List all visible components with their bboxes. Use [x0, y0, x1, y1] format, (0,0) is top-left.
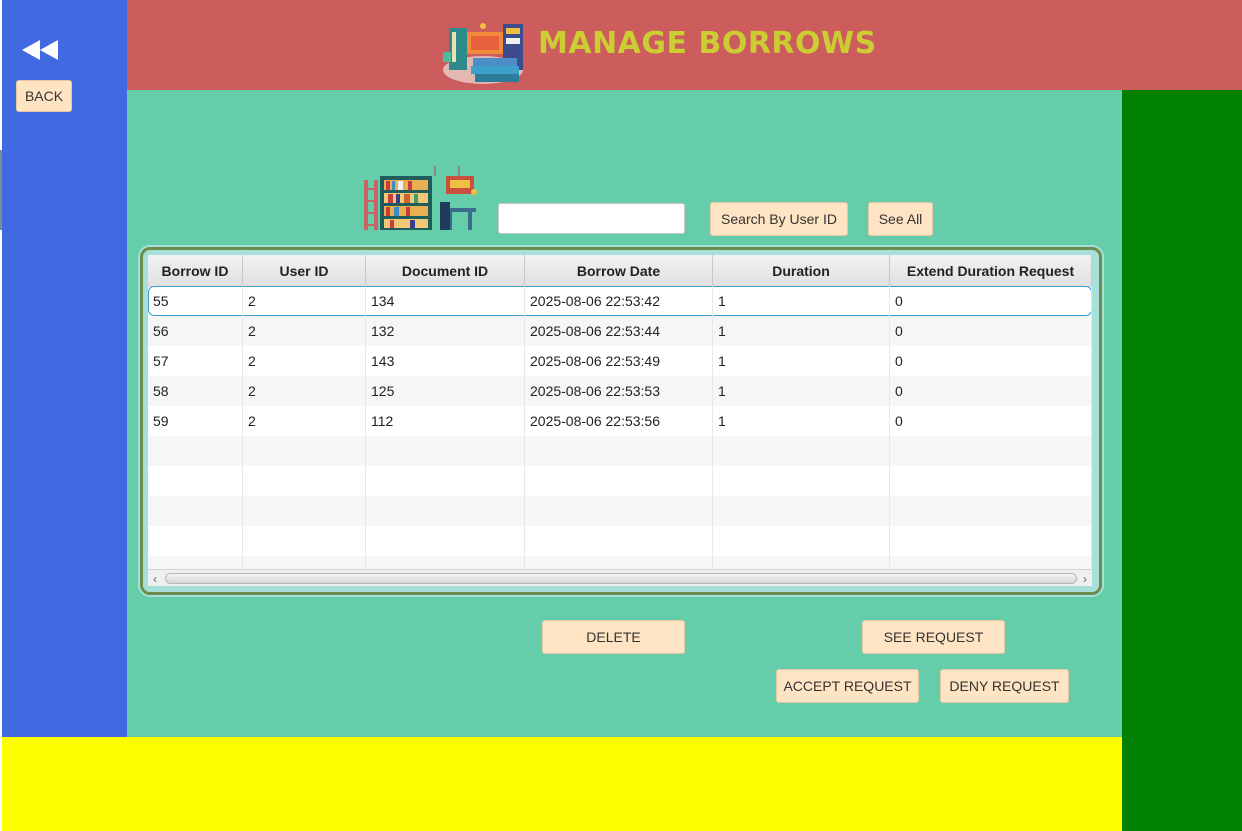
- table-row[interactable]: [148, 496, 1092, 526]
- table-cell: 0: [890, 406, 1092, 436]
- page-title: MANAGE BORROWS: [538, 26, 877, 61]
- table-cell: 112: [366, 406, 525, 436]
- table-cell: [148, 436, 243, 466]
- table-cell: 55: [148, 286, 243, 316]
- table-cell: [366, 496, 525, 526]
- table-row[interactable]: 59 2 112 2025-08-06 22:53:56 1 0: [148, 406, 1092, 436]
- table-row[interactable]: 56 2 132 2025-08-06 22:53:44 1 0: [148, 316, 1092, 346]
- table-row[interactable]: 57 2 143 2025-08-06 22:53:49 1 0: [148, 346, 1092, 376]
- library-books-icon: [443, 23, 523, 84]
- table-cell: 1: [713, 286, 890, 316]
- column-header[interactable]: Extend Duration Request: [890, 255, 1092, 286]
- deny-request-button[interactable]: DENY REQUEST: [940, 669, 1069, 703]
- table-cell: [713, 466, 890, 496]
- column-header[interactable]: User ID: [243, 255, 366, 286]
- scrollbar-thumb[interactable]: [165, 573, 1077, 584]
- rewind-icon[interactable]: [20, 38, 60, 62]
- table-cell: 0: [890, 316, 1092, 346]
- table-cell: 2: [243, 406, 366, 436]
- table-cell: 134: [366, 286, 525, 316]
- table-cell: [890, 526, 1092, 556]
- table-cell: [243, 526, 366, 556]
- back-button[interactable]: BACK: [16, 80, 72, 112]
- table-cell: [713, 436, 890, 466]
- table-cell: 132: [366, 316, 525, 346]
- table-row[interactable]: [148, 526, 1092, 556]
- table-cell: [890, 436, 1092, 466]
- table-cell: 1: [713, 376, 890, 406]
- table-cell: 1: [713, 346, 890, 376]
- scroll-right-icon[interactable]: ›: [1078, 571, 1092, 586]
- table-cell: 0: [890, 376, 1092, 406]
- table-cell: [366, 526, 525, 556]
- column-header[interactable]: Borrow Date: [525, 255, 713, 286]
- table-cell: 2025-08-06 22:53:42: [525, 286, 713, 316]
- table-cell: 1: [713, 316, 890, 346]
- table-cell: [243, 496, 366, 526]
- bookshelf-icon: [364, 166, 477, 230]
- see-request-button[interactable]: SEE REQUEST: [862, 620, 1005, 654]
- table-cell: [366, 466, 525, 496]
- borrows-table[interactable]: Borrow ID User ID Document ID Borrow Date Du…: [148, 255, 1092, 586]
- see-all-button[interactable]: See All: [868, 202, 933, 236]
- table-cell: [525, 466, 713, 496]
- table-header: Borrow ID User ID Document ID Borrow Date Du…: [148, 255, 1092, 287]
- user-id-search-input[interactable]: [498, 203, 685, 234]
- table-cell: [148, 466, 243, 496]
- table-cell: [148, 526, 243, 556]
- table-cell: 2025-08-06 22:53:49: [525, 346, 713, 376]
- table-cell: 1: [713, 406, 890, 436]
- table-cell: 57: [148, 346, 243, 376]
- table-cell: 0: [890, 346, 1092, 376]
- right-panel: [1122, 90, 1242, 831]
- column-header[interactable]: Document ID: [366, 255, 525, 286]
- table-cell: 2: [243, 286, 366, 316]
- table-cell: 2: [243, 376, 366, 406]
- table-cell: [148, 496, 243, 526]
- table-cell: [243, 466, 366, 496]
- table-cell: 2: [243, 316, 366, 346]
- table-cell: 2025-08-06 22:53:53: [525, 376, 713, 406]
- table-row[interactable]: [148, 466, 1092, 496]
- table-cell: [243, 436, 366, 466]
- table-row[interactable]: [148, 436, 1092, 466]
- bottom-panel: [2, 737, 1122, 831]
- table-cell: 0: [890, 286, 1092, 316]
- table-row[interactable]: 58 2 125 2025-08-06 22:53:53 1 0: [148, 376, 1092, 406]
- table-cell: [525, 496, 713, 526]
- accept-request-button[interactable]: ACCEPT REQUEST: [776, 669, 919, 703]
- horizontal-scrollbar[interactable]: ‹ ›: [148, 569, 1092, 586]
- delete-button[interactable]: DELETE: [542, 620, 685, 654]
- table-cell: 125: [366, 376, 525, 406]
- table-cell: [890, 496, 1092, 526]
- table-cell: [525, 436, 713, 466]
- table-cell: [713, 496, 890, 526]
- table-cell: 143: [366, 346, 525, 376]
- column-header[interactable]: Duration: [713, 255, 890, 286]
- search-by-user-id-button[interactable]: Search By User ID: [710, 202, 848, 236]
- table-cell: 2025-08-06 22:53:56: [525, 406, 713, 436]
- table-cell: 56: [148, 316, 243, 346]
- scroll-left-icon[interactable]: ‹: [148, 571, 162, 586]
- column-header[interactable]: Borrow ID: [148, 255, 243, 286]
- table-cell: 2025-08-06 22:53:44: [525, 316, 713, 346]
- table-cell: 2: [243, 346, 366, 376]
- table-cell: 58: [148, 376, 243, 406]
- table-row[interactable]: 55 2 134 2025-08-06 22:53:42 1 0: [148, 286, 1092, 316]
- table-cell: [525, 526, 713, 556]
- table-cell: [366, 436, 525, 466]
- table-cell: 59: [148, 406, 243, 436]
- table-cell: [890, 466, 1092, 496]
- table-cell: [713, 526, 890, 556]
